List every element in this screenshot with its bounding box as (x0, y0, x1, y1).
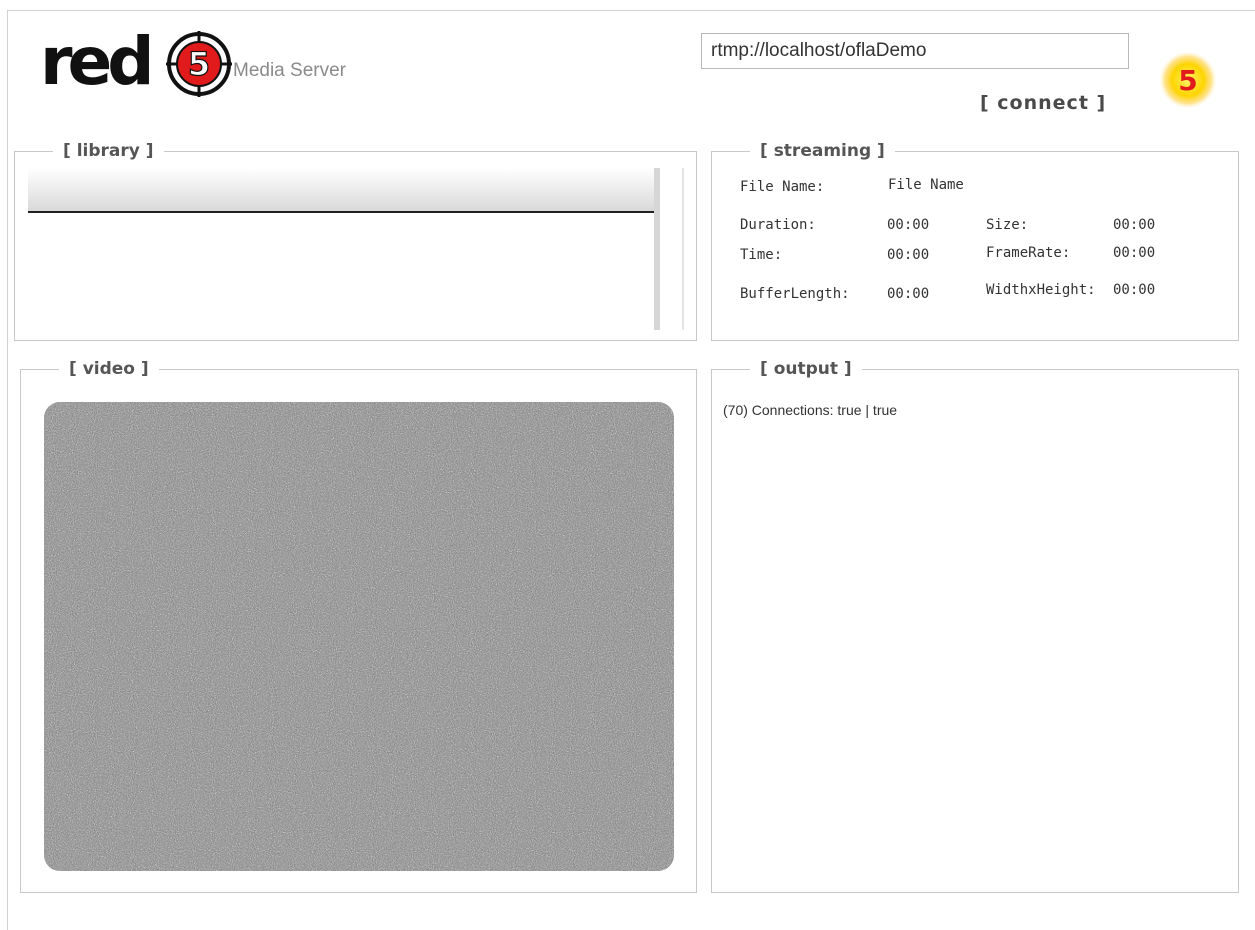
logo-wordmark: red (40, 23, 155, 100)
library-list-header (28, 168, 654, 213)
time-value: 00:00 (887, 247, 930, 263)
bufferlength-value: 00:00 (887, 286, 930, 302)
video-panel: [ video ] (20, 358, 697, 893)
widthheight-value: 00:00 (1113, 282, 1156, 298)
duration-value: 00:00 (887, 217, 930, 233)
size-value: 00:00 (1113, 217, 1156, 233)
library-panel: [ library ] (14, 140, 697, 341)
time-label: Time: (740, 247, 783, 263)
file-name-label: File Name: (740, 179, 825, 195)
output-title: [ output ] (750, 358, 862, 380)
streaming-panel: [ streaming ] File Name: File Name Durat… (711, 140, 1239, 341)
red5-logo: red 5 Media Server (40, 20, 380, 110)
video-title: [ video ] (59, 358, 159, 380)
output-panel: [ output ] (70) Connections: true | true (711, 358, 1239, 893)
video-display[interactable] (44, 402, 674, 871)
widthheight-label: WidthxHeight: (986, 282, 1096, 298)
connect-button[interactable]: [ connect ] (980, 92, 1106, 114)
output-log: (70) Connections: true | true (723, 402, 898, 418)
logo-tagline: Media Server (233, 60, 346, 81)
svg-text:5: 5 (188, 45, 210, 83)
size-label: Size: (986, 217, 1029, 233)
framerate-label: FrameRate: (986, 245, 1071, 261)
target-5-icon: 5 (166, 31, 232, 97)
badge-number: 5 (1178, 64, 1197, 97)
bufferlength-label: BufferLength: (740, 286, 850, 302)
server-url-input[interactable] (701, 33, 1129, 69)
library-scroll-track (682, 168, 684, 330)
duration-label: Duration: (740, 217, 816, 233)
streaming-title: [ streaming ] (750, 140, 895, 162)
library-title: [ library ] (53, 140, 164, 162)
library-scrollbar[interactable] (654, 168, 660, 330)
file-name-value: File Name (888, 177, 964, 193)
framerate-value: 00:00 (1113, 245, 1156, 261)
static-noise-image (44, 402, 674, 871)
red5-badge-icon: 5 (1159, 51, 1217, 109)
